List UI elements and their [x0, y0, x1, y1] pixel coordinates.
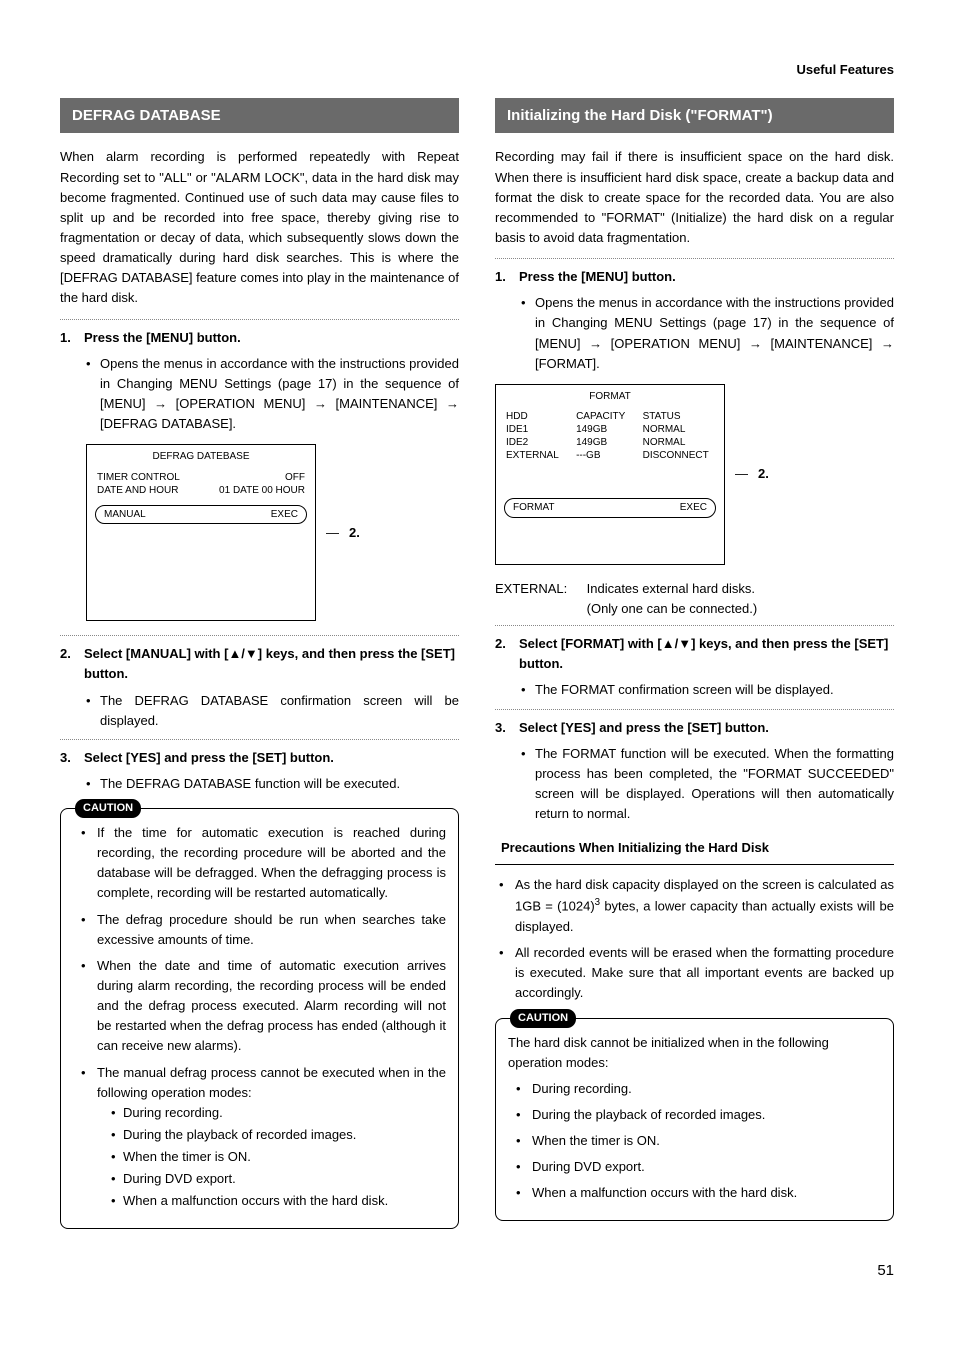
separator	[60, 635, 459, 636]
step-bullet: The DEFRAG DATABASE function will be exe…	[86, 774, 459, 794]
right-intro: Recording may fail if there is insuffici…	[495, 147, 894, 248]
left-step-1: 1. Press the [MENU] button. Opens the me…	[60, 328, 459, 435]
step-number: 2.	[60, 644, 76, 684]
step-title: Select [MANUAL] with [▲/▼] keys, and the…	[84, 644, 459, 684]
right-title-bar: Initializing the Hard Disk ("FORMAT")	[495, 98, 894, 133]
ui-cell: 149GB	[576, 436, 631, 449]
step-number: 1.	[60, 328, 76, 348]
caution-item: When the timer is ON.	[512, 1131, 881, 1151]
step-number: 2.	[495, 634, 511, 674]
precautions-heading: Precautions When Initializing the Hard D…	[495, 838, 894, 858]
caution-item: The defrag procedure should be run when …	[77, 910, 446, 950]
left-step-2: 2. Select [MANUAL] with [▲/▼] keys, and …	[60, 644, 459, 731]
callout-number: 2.	[349, 523, 360, 543]
separator	[495, 709, 894, 710]
defrag-ui-box: DEFRAG DATEBASE TIMER CONTROL OFF DATE AN…	[86, 444, 316, 621]
caution-sub-item: During recording.	[111, 1103, 446, 1123]
manual-exec-button: MANUAL EXEC	[95, 505, 307, 525]
ui-btn-left: MANUAL	[104, 507, 146, 523]
caution-sub-item: During the playback of recorded images.	[111, 1125, 446, 1145]
external-text-1: Indicates external hard disks.	[587, 581, 755, 596]
ui-col-header: CAPACITY	[576, 410, 631, 423]
step-bullet: The FORMAT function will be executed. Wh…	[521, 744, 894, 825]
ui-col-header: HDD	[506, 410, 564, 423]
page-number: 51	[60, 1259, 894, 1282]
ui-label: DATE AND HOUR	[97, 484, 179, 497]
callout-number: 2.	[758, 464, 769, 484]
callout-line: —	[326, 523, 339, 543]
left-intro: When alarm recording is performed repeat…	[60, 147, 459, 308]
ui-title: DEFRAG DATEBASE	[87, 445, 315, 471]
left-column: DEFRAG DATABASE When alarm recording is …	[60, 98, 459, 1228]
callout-line: —	[735, 464, 748, 484]
external-label: EXTERNAL:	[495, 579, 583, 599]
header-section: Useful Features	[60, 60, 894, 80]
ui-cell: IDE1	[506, 423, 564, 436]
format-exec-button: FORMAT EXEC	[504, 498, 716, 518]
ui-label: TIMER CONTROL	[97, 471, 180, 484]
defrag-ui-screenshot: DEFRAG DATEBASE TIMER CONTROL OFF DATE AN…	[86, 444, 459, 621]
ui-value: OFF	[285, 471, 305, 484]
ui-btn-right: EXEC	[680, 500, 707, 516]
step-number: 3.	[60, 748, 76, 768]
step-title: Select [YES] and press the [SET] button.	[519, 718, 894, 738]
separator	[60, 319, 459, 320]
step-number: 1.	[495, 267, 511, 287]
caution-item-text: The manual defrag process cannot be exec…	[97, 1065, 446, 1100]
separator	[495, 258, 894, 259]
ui-cell: 149GB	[576, 423, 631, 436]
step-title: Press the [MENU] button.	[519, 267, 894, 287]
caution-item: When the date and time of automatic exec…	[77, 956, 446, 1057]
right-step-1: 1. Press the [MENU] button. Opens the me…	[495, 267, 894, 374]
left-title-bar: DEFRAG DATABASE	[60, 98, 459, 133]
caution-lead: The hard disk cannot be initialized when…	[508, 1033, 881, 1073]
step-title: Select [YES] and press the [SET] button.	[84, 748, 459, 768]
ui-btn-left: FORMAT	[513, 500, 554, 516]
left-step-3: 3. Select [YES] and press the [SET] butt…	[60, 748, 459, 794]
step-title: Press the [MENU] button.	[84, 328, 459, 348]
right-step-3: 3. Select [YES] and press the [SET] butt…	[495, 718, 894, 825]
two-column-layout: DEFRAG DATABASE When alarm recording is …	[60, 98, 894, 1228]
step-bullet: Opens the menus in accordance with the i…	[86, 354, 459, 435]
caution-item: During DVD export.	[512, 1157, 881, 1177]
separator	[495, 625, 894, 626]
precaution-item: As the hard disk capacity displayed on t…	[495, 875, 894, 937]
caution-item: The manual defrag process cannot be exec…	[77, 1063, 446, 1212]
right-step-2: 2. Select [FORMAT] with [▲/▼] keys, and …	[495, 634, 894, 700]
right-caution-box: CAUTION The hard disk cannot be initiali…	[495, 1018, 894, 1221]
ui-cell: DISCONNECT	[643, 449, 714, 462]
caution-label: CAUTION	[75, 799, 141, 818]
ui-cell: EXTERNAL	[506, 449, 564, 462]
caution-item: During recording.	[512, 1079, 881, 1099]
external-text-2: (Only one can be connected.)	[587, 601, 758, 616]
ui-btn-right: EXEC	[271, 507, 298, 523]
ui-cell: NORMAL	[643, 423, 714, 436]
ui-col-header: STATUS	[643, 410, 714, 423]
step-bullet: Opens the menus in accordance with the i…	[521, 293, 894, 374]
caution-item: If the time for automatic execution is r…	[77, 823, 446, 904]
separator	[60, 739, 459, 740]
caution-item: During the playback of recorded images.	[512, 1105, 881, 1125]
caution-sub-item: During DVD export.	[111, 1169, 446, 1189]
heading-rule	[495, 864, 894, 865]
format-ui-box: FORMAT HDD CAPACITY STATUS IDE1 149GB NO…	[495, 384, 725, 565]
caution-item: When a malfunction occurs with the hard …	[512, 1183, 881, 1203]
step-number: 3.	[495, 718, 511, 738]
step-title: Select [FORMAT] with [▲/▼] keys, and the…	[519, 634, 894, 674]
left-caution-box: CAUTION If the time for automatic execut…	[60, 808, 459, 1229]
caution-label: CAUTION	[510, 1009, 576, 1028]
step-bullet: The FORMAT confirmation screen will be d…	[521, 680, 894, 700]
ui-cell: ---GB	[576, 449, 631, 462]
precaution-item: All recorded events will be erased when …	[495, 943, 894, 1003]
ui-cell: NORMAL	[643, 436, 714, 449]
right-column: Initializing the Hard Disk ("FORMAT") Re…	[495, 98, 894, 1228]
ui-title: FORMAT	[496, 385, 724, 411]
caution-sub-item: When a malfunction occurs with the hard …	[111, 1191, 446, 1211]
ui-cell: IDE2	[506, 436, 564, 449]
ui-value: 01 DATE 00 HOUR	[219, 484, 305, 497]
step-bullet: The DEFRAG DATABASE confirmation screen …	[86, 691, 459, 731]
format-ui-screenshot: FORMAT HDD CAPACITY STATUS IDE1 149GB NO…	[495, 384, 894, 565]
external-note: EXTERNAL: Indicates external hard disks.…	[495, 579, 894, 619]
caution-sub-item: When the timer is ON.	[111, 1147, 446, 1167]
